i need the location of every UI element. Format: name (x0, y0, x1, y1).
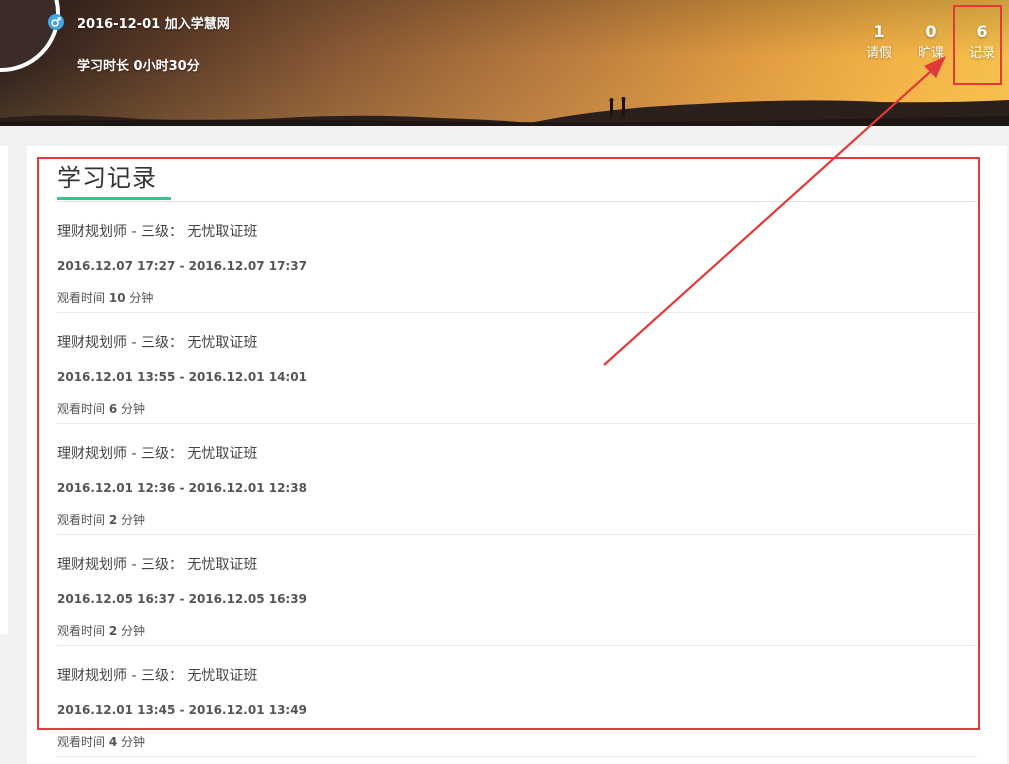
study-hours: 0 (133, 59, 143, 74)
annotation-box-records-stat (953, 5, 1002, 85)
stat-value: 0 (925, 22, 937, 41)
watch-value: 4 (108, 735, 118, 749)
course-name[interactable]: 理财规划师 - 三级： 无忧取证班 (57, 443, 257, 463)
person-silhouette (610, 101, 613, 117)
watch-label: 观看时间 (57, 624, 106, 638)
stat-value: 1 (873, 22, 885, 41)
person-silhouette (622, 100, 625, 117)
section-title-underline (57, 197, 171, 200)
watch-duration: 观看时间 2 分钟 (57, 511, 145, 528)
course-name[interactable]: 理财规划师 - 三级： 无忧取证班 (57, 665, 257, 685)
left-sidebar-panel (0, 146, 8, 634)
watch-label: 观看时间 (57, 291, 106, 305)
record-time-range: 2016.12.05 16:37 - 2016.12.05 16:39 (57, 592, 307, 606)
watch-unit: 分钟 (121, 513, 146, 527)
male-symbol-icon (48, 14, 64, 30)
watch-duration: 观看时间 4 分钟 (57, 733, 145, 750)
watch-label: 观看时间 (57, 402, 106, 416)
watch-unit: 分钟 (121, 735, 146, 749)
watch-value: 2 (108, 513, 118, 527)
watch-unit: 分钟 (121, 402, 146, 416)
join-date-text: 2016-12-01 加入学慧网 (77, 13, 230, 32)
study-prefix: 学习时长 (77, 59, 130, 74)
stat-label: 旷课 (917, 46, 944, 61)
course-name[interactable]: 理财规划师 - 三级： 无忧取证班 (57, 554, 257, 574)
stat-label: 请假 (865, 46, 892, 61)
watch-duration: 观看时间 6 分钟 (57, 400, 145, 417)
watch-value: 2 (108, 624, 118, 638)
study-minutes-unit: 分 (186, 59, 200, 74)
study-hours-unit: 小时 (142, 59, 169, 74)
list-item[interactable]: 理财规划师 - 三级： 无忧取证班 2016.12.01 12:36 - 201… (57, 424, 977, 535)
course-name[interactable]: 理财规划师 - 三级： 无忧取证班 (57, 332, 257, 352)
record-time-range: 2016.12.01 13:45 - 2016.12.01 13:49 (57, 703, 307, 717)
list-item[interactable]: 理财规划师 - 三级： 无忧取证班 2016.12.05 16:37 - 201… (57, 535, 977, 646)
list-item[interactable]: 理财规划师 - 三级： 无忧取证班 2016.12.01 13:45 - 201… (57, 646, 977, 757)
watch-label: 观看时间 (57, 735, 106, 749)
watch-value: 6 (108, 402, 118, 416)
course-name[interactable]: 理财规划师 - 三级： 无忧取证班 (57, 221, 257, 241)
profile-banner: 2016-12-01 加入学慧网 学习时长 0小时30分 1 请假 0 旷课 6… (0, 0, 1009, 126)
watch-duration: 观看时间 10 分钟 (57, 289, 153, 306)
study-duration-text: 学习时长 0小时30分 (77, 55, 200, 74)
watch-unit: 分钟 (121, 624, 146, 638)
join-label: 加入学慧网 (164, 17, 230, 32)
record-time-range: 2016.12.07 17:27 - 2016.12.07 17:37 (57, 259, 307, 273)
watch-value: 10 (108, 291, 126, 305)
stat-leave[interactable]: 1 请假 (859, 22, 899, 64)
records-list: 理财规划师 - 三级： 无忧取证班 2016.12.07 17:27 - 201… (57, 202, 977, 757)
section-title: 学习记录 (57, 164, 157, 192)
record-time-range: 2016.12.01 13:55 - 2016.12.01 14:01 (57, 370, 307, 384)
join-date: 2016-12-01 (77, 17, 161, 32)
watch-label: 观看时间 (57, 513, 106, 527)
study-minutes: 30 (168, 59, 187, 74)
watch-duration: 观看时间 2 分钟 (57, 622, 145, 639)
list-item[interactable]: 理财规划师 - 三级： 无忧取证班 2016.12.01 13:55 - 201… (57, 313, 977, 424)
list-item[interactable]: 理财规划师 - 三级： 无忧取证班 2016.12.07 17:27 - 201… (57, 202, 977, 313)
record-time-range: 2016.12.01 12:36 - 2016.12.01 12:38 (57, 481, 307, 495)
stat-absence[interactable]: 0 旷课 (911, 22, 951, 64)
watch-unit: 分钟 (129, 291, 154, 305)
